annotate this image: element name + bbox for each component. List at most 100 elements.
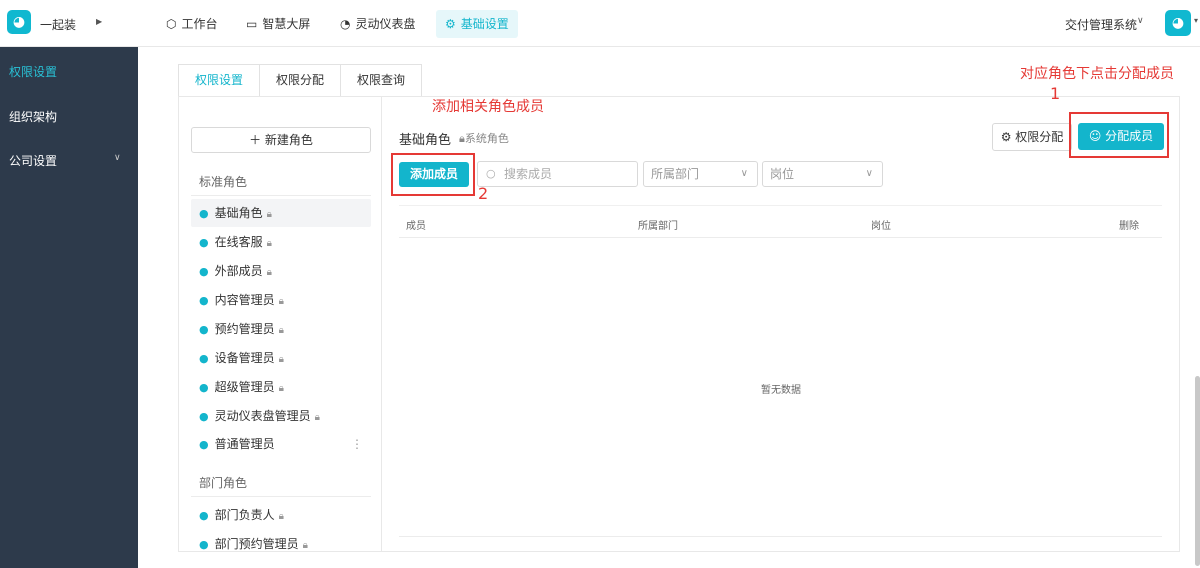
nav-big-screen[interactable]: ▭ 智慧大屏: [237, 10, 319, 38]
plus-icon: ＋: [249, 133, 265, 147]
role-label: 设备管理员: [214, 351, 275, 365]
role-item-normal-admin[interactable]: ● 普通管理员 ⋮: [191, 430, 371, 458]
top-bar: ◕ 一起装 ▶ ⬡ 工作台 ▭ 智慧大屏 ◔ 灵动仪表盘 ⚙ 基础设置 交付管理系统 ∨…: [0, 0, 1200, 47]
annotation-text-add: 添加相关角色成员: [432, 99, 544, 115]
nav-dashboard[interactable]: ◔ 灵动仪表盘: [331, 10, 425, 38]
role-label: 部门负责人: [214, 508, 275, 522]
person-icon: ●: [199, 410, 209, 423]
tab-permission-query[interactable]: 权限查询: [340, 64, 423, 97]
person-icon: ●: [199, 323, 209, 336]
role-label: 基础角色: [214, 206, 263, 220]
column-member: 成员: [406, 221, 426, 232]
scrollbar[interactable]: [1195, 376, 1200, 566]
chevron-down-icon: ∨: [865, 168, 873, 179]
lock-icon: 🔒︎: [266, 209, 272, 220]
new-role-button[interactable]: ＋ 新建角色: [191, 127, 371, 153]
caret-down-icon[interactable]: ▾: [1194, 16, 1198, 25]
table-header: 成员 所属部门 岗位 删除: [399, 205, 1162, 238]
sidebar-item-company[interactable]: 公司设置: [9, 152, 57, 169]
roles-panel: ＋ 新建角色 标准角色 ● 基础角色 🔒︎ ● 在线客服 🔒︎ ● 外部成员 🔒︎ ● 内容管…: [179, 97, 382, 551]
role-item-external[interactable]: ● 外部成员 🔒︎: [191, 257, 371, 285]
lock-icon: 🔒︎: [278, 354, 284, 365]
nav-label: 基础设置: [460, 17, 509, 31]
role-item-online-service[interactable]: ● 在线客服 🔒︎: [191, 228, 371, 256]
search-icon: ○: [486, 167, 496, 180]
person-icon: ●: [199, 236, 209, 249]
chevron-down-icon[interactable]: ∨: [1137, 16, 1144, 26]
role-label: 内容管理员: [214, 293, 275, 307]
column-position: 岗位: [871, 221, 891, 232]
role-label: 外部成员: [214, 264, 263, 278]
tab-permission-assign[interactable]: 权限分配: [259, 64, 341, 97]
annotation-box-assign: [1069, 112, 1169, 158]
lock-icon: 🔒︎: [278, 325, 284, 336]
perm-button-label: 权限分配: [1015, 130, 1064, 144]
new-role-label: 新建角色: [264, 133, 313, 147]
sidebar: 权限设置 组织架构 公司设置 ∨: [0, 47, 138, 568]
lock-icon: 🔒︎: [278, 511, 284, 522]
person-icon: ●: [199, 509, 209, 522]
app-logo-icon[interactable]: ◕: [7, 10, 31, 34]
search-input[interactable]: [504, 165, 632, 183]
nav-label: 工作台: [181, 17, 218, 31]
lock-icon: 🔒︎: [278, 296, 284, 307]
nav-label: 灵动仪表盘: [355, 17, 416, 31]
role-item-dept-head[interactable]: ● 部门负责人 🔒︎: [191, 501, 371, 529]
lock-icon: 🔒︎: [278, 383, 284, 394]
caret-right-icon[interactable]: ▶: [96, 17, 102, 26]
gauge-icon: ◔: [340, 17, 351, 31]
more-icon[interactable]: ⋮: [351, 430, 363, 458]
position-select[interactable]: 岗位 ∨: [762, 161, 883, 187]
person-icon: ●: [199, 438, 209, 451]
standard-roles-title: 标准角色: [199, 175, 248, 189]
lock-icon: 🔒︎: [302, 540, 308, 551]
system-switcher[interactable]: 交付管理系统: [1065, 16, 1137, 33]
role-item-dept-booking-admin[interactable]: ● 部门预约管理员 🔒︎: [191, 530, 371, 551]
person-icon: ●: [199, 381, 209, 394]
cube-icon: ⬡: [166, 17, 177, 31]
role-item-device-admin[interactable]: ● 设备管理员 🔒︎: [191, 344, 371, 372]
role-label: 部门预约管理员: [214, 537, 299, 551]
tab-permission-settings[interactable]: 权限设置: [178, 64, 260, 97]
annotation-number-1: 1: [1050, 84, 1061, 103]
app-name[interactable]: 一起装: [40, 16, 76, 33]
person-icon: ●: [199, 538, 209, 551]
person-icon: ●: [199, 265, 209, 278]
select-placeholder: 岗位: [770, 167, 795, 181]
role-item-super-admin[interactable]: ● 超级管理员 🔒︎: [191, 373, 371, 401]
gear-icon: ⚙: [1000, 130, 1016, 144]
role-label: 灵动仪表盘管理员: [214, 409, 311, 423]
tab-bar: 权限设置 权限分配 权限查询: [178, 64, 423, 97]
role-subtitle-text: 系统角色: [464, 132, 509, 145]
gear-icon: ⚙: [445, 17, 456, 31]
column-department: 所属部门: [638, 221, 678, 232]
role-item-content-admin[interactable]: ● 内容管理员 🔒︎: [191, 286, 371, 314]
department-select[interactable]: 所属部门 ∨: [643, 161, 758, 187]
divider: [191, 496, 371, 497]
nav-basic-settings[interactable]: ⚙ 基础设置: [436, 10, 518, 38]
empty-state: 暂无数据: [761, 385, 801, 396]
table-bottom-border: [399, 536, 1162, 537]
role-label: 超级管理员: [214, 380, 275, 394]
role-label: 在线客服: [214, 235, 263, 249]
role-item-booking-admin[interactable]: ● 预约管理员 🔒︎: [191, 315, 371, 343]
divider: [191, 195, 371, 196]
role-subtitle: 🔒︎系统角色: [459, 130, 509, 146]
avatar[interactable]: ◕: [1165, 10, 1191, 36]
annotation-number-2: 2: [478, 184, 489, 203]
annotation-box-add: [391, 153, 475, 196]
role-item-basic[interactable]: ● 基础角色 🔒︎: [191, 199, 371, 227]
role-title: 基础角色: [399, 133, 452, 148]
sidebar-item-permissions[interactable]: 权限设置: [9, 63, 57, 80]
chevron-down-icon: ∨: [740, 168, 748, 179]
chevron-down-icon[interactable]: ∨: [114, 153, 121, 163]
sidebar-item-organization[interactable]: 组织架构: [9, 108, 57, 125]
role-label: 预约管理员: [214, 322, 275, 336]
monitor-icon: ▭: [246, 17, 258, 31]
person-icon: ●: [199, 207, 209, 220]
nav-workbench[interactable]: ⬡ 工作台: [157, 10, 227, 38]
role-item-dashboard-admin[interactable]: ● 灵动仪表盘管理员 🔒︎: [191, 402, 371, 430]
nav-label: 智慧大屏: [262, 17, 311, 31]
permission-assign-button[interactable]: ⚙ 权限分配: [992, 123, 1072, 151]
person-icon: ●: [199, 352, 209, 365]
